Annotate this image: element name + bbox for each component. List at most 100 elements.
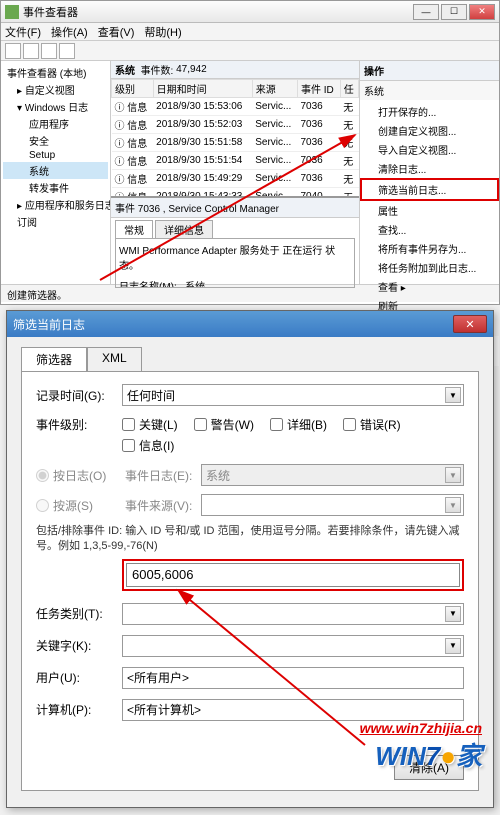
titlebar: 事件查看器 — ☐ ✕ <box>1 1 499 23</box>
menu-help[interactable]: 帮助(H) <box>144 24 181 40</box>
tree-security[interactable]: 安全 <box>3 132 108 149</box>
menubar: 文件(F) 操作(A) 查看(V) 帮助(H) <box>1 23 499 41</box>
keywords-label: 关键字(K): <box>36 637 122 654</box>
logged-value: 任何时间 <box>127 387 175 404</box>
tab-filter[interactable]: 筛选器 <box>21 347 87 371</box>
event-count-label: 事件数: <box>141 62 174 77</box>
action-filter-current-log[interactable]: 筛选当前日志... <box>360 178 499 201</box>
chk-info[interactable]: 信息(I) <box>122 437 174 454</box>
tree-application[interactable]: 应用程序 <box>3 115 108 132</box>
event-sources-label: 事件来源(V): <box>125 497 201 514</box>
keywords-combo[interactable]: ▼ <box>122 635 464 657</box>
menu-action[interactable]: 操作(A) <box>51 24 88 40</box>
menu-view[interactable]: 查看(V) <box>98 24 135 40</box>
chk-error[interactable]: 错误(R) <box>343 416 401 433</box>
tree-windows-logs[interactable]: ▾ Windows 日志 <box>3 98 108 115</box>
tree-root[interactable]: 事件查看器 (本地) <box>3 64 108 81</box>
close-button[interactable]: ✕ <box>469 4 495 20</box>
col-task[interactable]: 任 <box>340 80 358 98</box>
dialog-close-button[interactable]: ✕ <box>453 315 487 333</box>
col-level[interactable]: 级别 <box>112 80 154 98</box>
minimize-button[interactable]: — <box>413 4 439 20</box>
action-open-saved[interactable]: 打开保存的... <box>360 102 499 121</box>
detail-tab-general[interactable]: 常规 <box>115 220 153 238</box>
chevron-down-icon: ▼ <box>445 606 461 622</box>
tree-custom-views[interactable]: ▸ 自定义视图 <box>3 81 108 98</box>
event-id-input[interactable] <box>126 563 460 587</box>
detail-pane: 事件 7036 , Service Control Manager 常规 详细信… <box>111 196 359 284</box>
menu-file[interactable]: 文件(F) <box>5 24 41 40</box>
toolbar-help-button[interactable] <box>59 43 75 59</box>
tree-setup[interactable]: Setup <box>3 149 108 162</box>
tab-xml[interactable]: XML <box>87 347 142 371</box>
dialog-title: 筛选当前日志 <box>13 316 85 333</box>
chk-warning[interactable]: 警告(W) <box>194 416 254 433</box>
tree-subscriptions[interactable]: 订阅 <box>3 213 108 230</box>
action-save-all[interactable]: 将所有事件另存为... <box>360 239 499 258</box>
center-header: 系统 事件数: 47,942 <box>111 61 359 79</box>
event-count: 47,942 <box>176 64 207 75</box>
chevron-down-icon: ▼ <box>445 387 461 403</box>
actions-pane: 操作 系统 打开保存的... 创建自定义视图... 导入自定义视图... 清除日… <box>359 61 499 284</box>
action-create-custom[interactable]: 创建自定义视图... <box>360 121 499 140</box>
table-row[interactable]: ⓘ 信息2018/9/30 15:51:54Servic...7036无 <box>112 152 359 170</box>
event-viewer-window: 事件查看器 — ☐ ✕ 文件(F) 操作(A) 查看(V) 帮助(H) 事件查看… <box>0 0 500 305</box>
actions-group-system: 系统 <box>360 81 499 100</box>
action-attach-task[interactable]: 将任务附加到此日志... <box>360 258 499 277</box>
action-import-custom[interactable]: 导入自定义视图... <box>360 140 499 159</box>
task-combo[interactable]: ▼ <box>122 603 464 625</box>
detail-header: 事件 7036 , Service Control Manager <box>111 198 359 218</box>
nav-tree: 事件查看器 (本地) ▸ 自定义视图 ▾ Windows 日志 应用程序 安全 … <box>1 61 111 284</box>
chevron-down-icon: ▼ <box>445 467 461 483</box>
id-description: 包括/排除事件 ID: 输入 ID 号和/或 ID 范围，使用逗号分隔。若要排除… <box>36 524 464 555</box>
by-source-label: 按源(S) <box>53 497 125 514</box>
table-row[interactable]: ⓘ 信息2018/9/30 15:49:29Servic...7036无 <box>112 170 359 188</box>
event-table[interactable]: 级别 日期和时间 来源 事件 ID 任 ⓘ 信息2018/9/30 15:53:… <box>111 79 359 196</box>
user-label: 用户(U): <box>36 669 122 686</box>
chk-verbose[interactable]: 详细(B) <box>270 416 327 433</box>
clear-button[interactable]: 清除(A) <box>394 755 464 780</box>
event-logs-label: 事件日志(E): <box>125 467 201 484</box>
table-row[interactable]: ⓘ 信息2018/9/30 15:52:03Servic...7036无 <box>112 116 359 134</box>
toolbar-refresh-button[interactable] <box>41 43 57 59</box>
event-logs-combo: 系统 ▼ <box>201 464 464 486</box>
detail-message: WMI Performance Adapter 服务处于 正在运行 状态。 <box>119 242 351 272</box>
toolbar <box>1 41 499 61</box>
col-datetime[interactable]: 日期和时间 <box>153 80 252 98</box>
table-row[interactable]: ⓘ 信息2018/9/30 15:51:58Servic...7036无 <box>112 134 359 152</box>
dialog-titlebar: 筛选当前日志 ✕ <box>7 311 493 337</box>
event-sources-combo[interactable]: ▼ <box>201 494 464 516</box>
logname-label: 日志名称(M): <box>119 282 177 288</box>
id-input-highlight <box>122 559 464 591</box>
toolbar-forward-button[interactable] <box>23 43 39 59</box>
action-view[interactable]: 查看 ▸ <box>360 277 499 296</box>
logname-value: 系统 <box>185 282 205 288</box>
radio-by-log <box>36 469 49 482</box>
filter-dialog: 筛选当前日志 ✕ 筛选器 XML 记录时间(G): 任何时间 ▼ 事件级别: <box>6 310 494 808</box>
radio-by-source <box>36 499 49 512</box>
level-label: 事件级别: <box>36 416 122 433</box>
user-field[interactable]: <所有用户> <box>122 667 464 689</box>
detail-tab-details[interactable]: 详细信息 <box>155 220 213 238</box>
maximize-button[interactable]: ☐ <box>441 4 467 20</box>
action-clear-log[interactable]: 清除日志... <box>360 159 499 178</box>
computer-label: 计算机(P): <box>36 701 122 718</box>
col-id[interactable]: 事件 ID <box>297 80 340 98</box>
tree-system[interactable]: 系统 <box>3 162 108 179</box>
table-row[interactable]: ⓘ 信息2018/9/30 15:53:06Servic...7036无 <box>112 98 359 116</box>
tree-app-service-logs[interactable]: ▸ 应用程序和服务日志 <box>3 196 108 213</box>
table-row[interactable]: ⓘ 信息2018/9/30 15:43:33Servic...7040无 <box>112 188 359 197</box>
action-properties[interactable]: 属性 <box>360 201 499 220</box>
by-log-label: 按日志(O) <box>53 467 125 484</box>
toolbar-back-button[interactable] <box>5 43 21 59</box>
col-source[interactable]: 来源 <box>252 80 297 98</box>
logged-label: 记录时间(G): <box>36 387 122 404</box>
event-logs-value: 系统 <box>206 467 230 484</box>
action-find[interactable]: 查找... <box>360 220 499 239</box>
app-icon <box>5 5 19 19</box>
task-label: 任务类别(T): <box>36 605 122 622</box>
chk-critical[interactable]: 关键(L) <box>122 416 178 433</box>
computer-field[interactable]: <所有计算机> <box>122 699 464 721</box>
logged-combo[interactable]: 任何时间 ▼ <box>122 384 464 406</box>
tree-forwarded[interactable]: 转发事件 <box>3 179 108 196</box>
